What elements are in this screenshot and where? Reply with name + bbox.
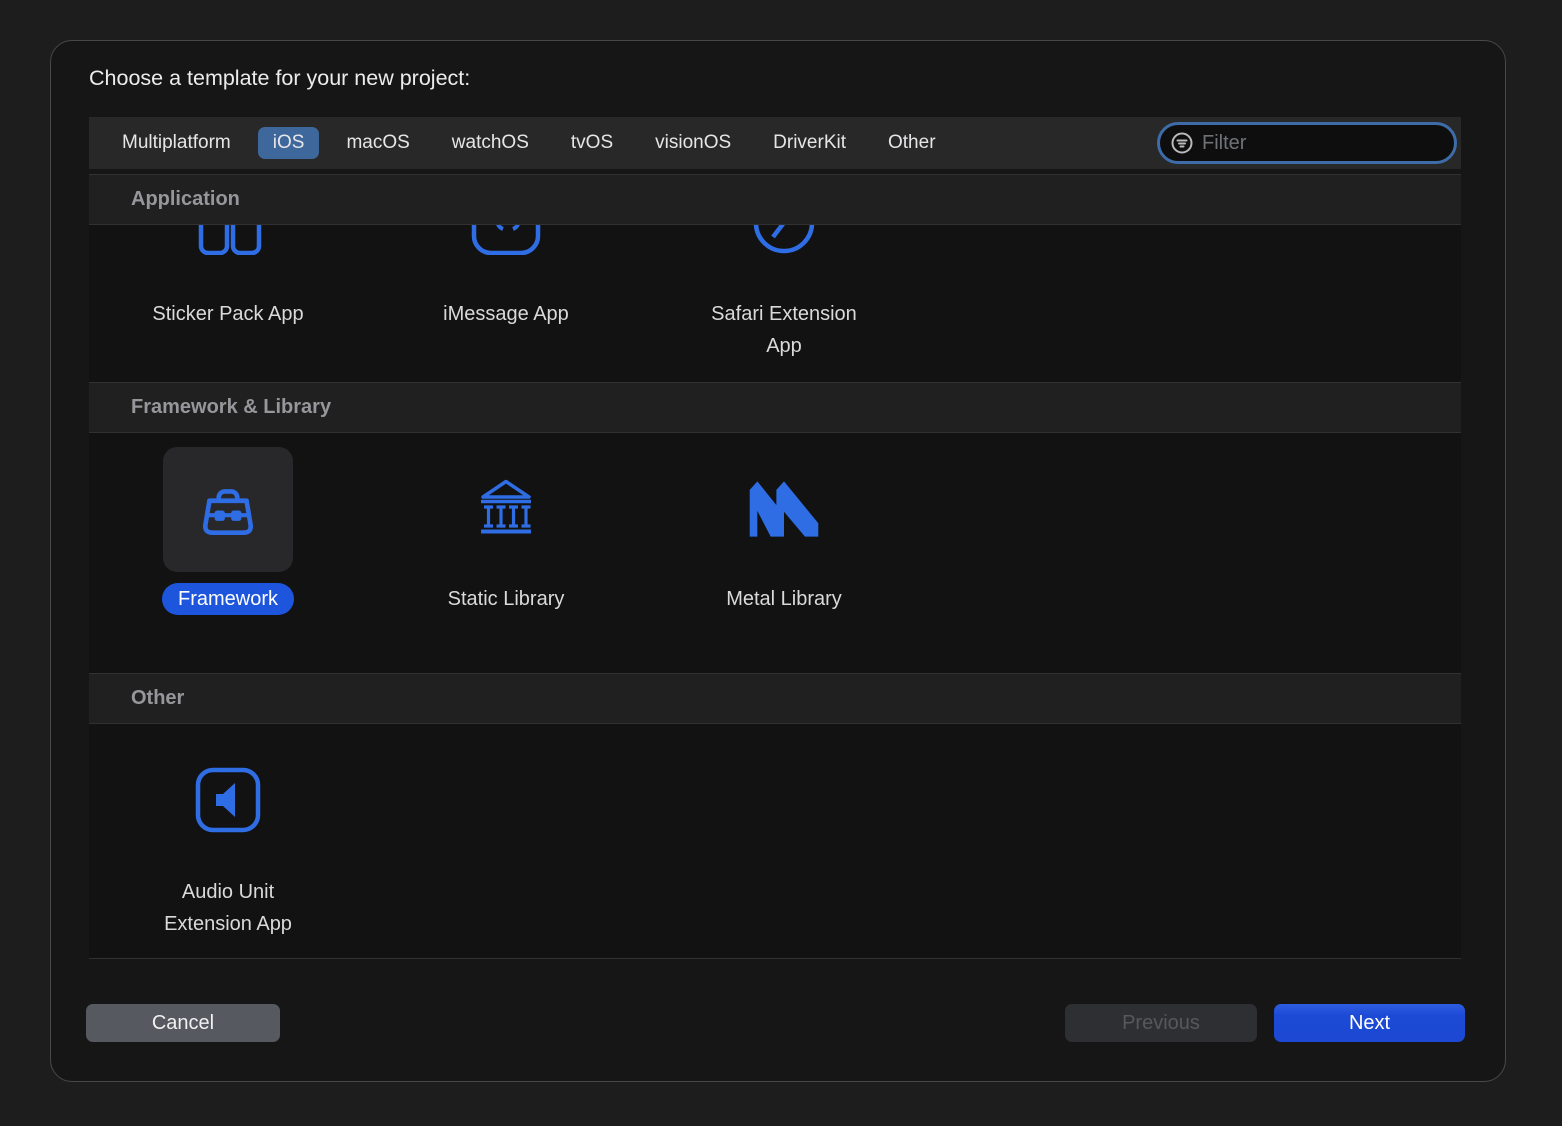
section-title: Framework & Library bbox=[131, 396, 331, 419]
template-item-imessage-app[interactable]: iMessage App bbox=[367, 225, 645, 330]
template-item-label: Static Library bbox=[448, 583, 565, 615]
filter-field[interactable] bbox=[1157, 122, 1457, 164]
template-item-label: Audio Unit Extension App bbox=[136, 876, 321, 940]
section-application-row: Sticker Pack App iMessage App bbox=[89, 225, 1461, 382]
template-item-framework[interactable]: Framework bbox=[89, 433, 367, 615]
new-project-dialog: Choose a template for your new project: … bbox=[50, 40, 1506, 1082]
tab-tvos[interactable]: tvOS bbox=[571, 127, 613, 159]
selected-icon-tile[interactable] bbox=[163, 447, 293, 572]
template-item-sticker-pack-app[interactable]: Sticker Pack App bbox=[89, 225, 367, 330]
sticker-pack-icon bbox=[89, 225, 367, 255]
metal-m-icon bbox=[744, 477, 824, 539]
template-list: Application Sticker Pack App bbox=[89, 169, 1461, 959]
template-item-label: Safari Extension App bbox=[692, 298, 877, 362]
tab-multiplatform[interactable]: Multiplatform bbox=[122, 127, 231, 159]
template-item-label-selected: Framework bbox=[162, 583, 294, 615]
template-item-safari-extension-app[interactable]: Safari Extension App bbox=[645, 225, 923, 362]
section-framework-library-row: Framework St bbox=[89, 433, 1461, 673]
speaker-app-icon bbox=[194, 766, 262, 834]
imessage-bubble-icon bbox=[367, 225, 645, 255]
desktop-background: { "dialog": { "title": "Choose a templat… bbox=[0, 0, 1562, 1126]
tab-driverkit[interactable]: DriverKit bbox=[773, 127, 846, 159]
section-header-other: Other bbox=[89, 673, 1461, 724]
template-item-label: iMessage App bbox=[443, 298, 569, 330]
template-item-label: Sticker Pack App bbox=[152, 298, 303, 330]
template-item-static-library[interactable]: Static Library bbox=[367, 433, 645, 615]
tab-visionos[interactable]: visionOS bbox=[655, 127, 731, 159]
dialog-title: Choose a template for your new project: bbox=[89, 66, 470, 91]
section-title: Application bbox=[131, 188, 240, 211]
tab-other[interactable]: Other bbox=[888, 127, 936, 159]
section-header-application: Application bbox=[89, 174, 1461, 225]
safari-compass-icon bbox=[645, 225, 923, 255]
filter-input[interactable] bbox=[1202, 132, 1443, 155]
toolbox-icon bbox=[195, 476, 261, 542]
filter-lines-icon bbox=[1171, 132, 1193, 154]
platform-tabbar: Multiplatform iOS macOS watchOS tvOS vis… bbox=[89, 117, 1461, 169]
previous-button[interactable]: Previous bbox=[1065, 1004, 1257, 1042]
next-button[interactable]: Next bbox=[1274, 1004, 1465, 1042]
tab-ios[interactable]: iOS bbox=[258, 127, 320, 159]
bank-columns-icon bbox=[473, 476, 539, 540]
template-item-audio-unit-extension-app[interactable]: Audio Unit Extension App bbox=[89, 724, 367, 940]
cancel-button[interactable]: Cancel bbox=[86, 1004, 280, 1042]
tab-macos[interactable]: macOS bbox=[346, 127, 409, 159]
tab-watchos[interactable]: watchOS bbox=[452, 127, 529, 159]
template-item-label: Metal Library bbox=[726, 583, 842, 615]
section-title: Other bbox=[131, 687, 184, 710]
dialog-footer: Cancel Previous Next bbox=[86, 1004, 1465, 1042]
template-item-metal-library[interactable]: Metal Library bbox=[645, 433, 923, 615]
section-other-row: Audio Unit Extension App bbox=[89, 724, 1461, 959]
section-header-framework-library: Framework & Library bbox=[89, 382, 1461, 433]
